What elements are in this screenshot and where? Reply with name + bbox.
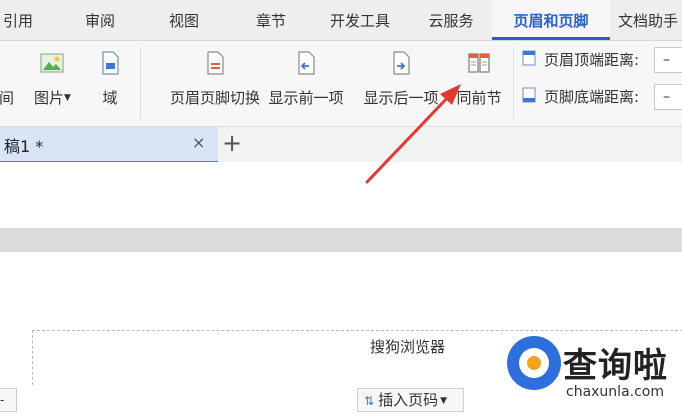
insert-field-button[interactable]: 域 — [98, 51, 122, 108]
close-icon[interactable]: × — [192, 133, 205, 152]
ribbon-toolbar: 时间 图片▼ 域 页眉页脚切换 — [0, 41, 682, 127]
header-top-distance-label: 页眉顶端距离: — [544, 51, 640, 69]
ribbon-separator — [140, 47, 141, 119]
footer-bottom-distance-icon — [522, 87, 536, 107]
footer-bottom-distance-label: 页脚底端距离: — [544, 88, 640, 106]
same-as-previous-button[interactable]: 同前节 — [452, 51, 506, 108]
header-top-distance-icon — [522, 50, 536, 70]
header-text[interactable]: 搜狗浏览器 — [370, 336, 445, 357]
show-previous-button[interactable]: 显示前一项 — [262, 51, 350, 108]
tab-review[interactable]: 审阅 — [72, 0, 128, 40]
show-next-button[interactable]: 显示后一项 — [357, 51, 445, 108]
page-number-icon: ⇅ — [364, 394, 375, 408]
document-tab[interactable]: 稿1 * × — [0, 127, 218, 163]
same-as-previous-icon — [467, 51, 491, 75]
insert-picture-button[interactable]: 图片▼ — [34, 51, 71, 108]
insert-time-button[interactable]: 时间 — [0, 87, 14, 108]
insert-page-number-label: 插入页码 — [378, 391, 439, 409]
switch-header-footer-icon — [203, 51, 227, 75]
show-previous-label: 显示前一项 — [268, 89, 344, 107]
insert-picture-label: 图片▼ — [34, 89, 71, 107]
watermark-url: chaxunla.com — [566, 384, 664, 400]
tab-header-footer[interactable]: 页眉和页脚 — [492, 0, 610, 40]
dropdown-caret-icon: ▼ — [64, 93, 71, 103]
watermark-logo-dot — [527, 356, 541, 370]
show-next-label: 显示后一项 — [363, 89, 439, 107]
header-options-button[interactable]: - — [0, 388, 17, 412]
show-next-icon — [389, 51, 413, 75]
document-tab-bar: 稿1 * × + — [0, 127, 682, 163]
tab-cloud-service[interactable]: 云服务 — [418, 0, 484, 40]
ribbon-tab-bar: 引用 审阅 视图 章节 开发工具 云服务 页眉和页脚 文档助手 — [0, 0, 682, 41]
switch-header-footer-button[interactable]: 页眉页脚切换 — [151, 51, 279, 108]
toolbar-spacer — [0, 162, 682, 228]
switch-header-footer-label: 页眉页脚切换 — [169, 89, 260, 107]
header-options-label: - — [0, 393, 5, 407]
footer-bottom-distance-input[interactable]: – — [654, 84, 682, 110]
watermark-title: 查询啦 — [563, 346, 668, 386]
tab-references[interactable]: 引用 — [0, 0, 42, 40]
show-previous-icon — [294, 51, 318, 75]
tab-developer-tools[interactable]: 开发工具 — [316, 0, 404, 40]
ribbon-separator — [513, 47, 514, 119]
insert-field-label: 域 — [102, 89, 118, 107]
tab-view[interactable]: 视图 — [156, 0, 212, 40]
new-tab-icon[interactable]: + — [222, 129, 242, 157]
picture-icon — [40, 51, 64, 75]
insert-page-number-button[interactable]: ⇅ 插入页码 ▼ — [357, 388, 464, 412]
tab-chapter[interactable]: 章节 — [243, 0, 299, 40]
page-gap — [0, 228, 682, 252]
insert-time-label: 时间 — [0, 89, 15, 107]
tab-doc-assistant[interactable]: 文档助手 — [618, 0, 682, 40]
same-as-previous-label: 同前节 — [456, 89, 502, 107]
document-tab-label: 稿1 * — [4, 137, 44, 156]
dropdown-caret-icon: ▼ — [440, 396, 447, 406]
header-top-distance-input[interactable]: – — [654, 47, 682, 73]
field-icon — [98, 51, 122, 75]
